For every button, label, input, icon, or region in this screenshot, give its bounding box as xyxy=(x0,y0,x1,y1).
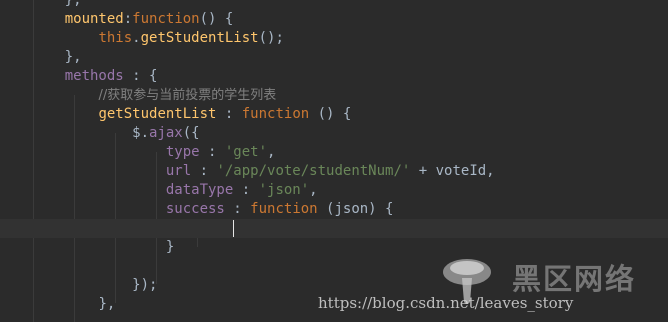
code-token: function xyxy=(241,106,310,122)
code-line[interactable]: mounted:function() { xyxy=(0,10,668,29)
code-token: } xyxy=(165,239,175,255)
code-line[interactable]: }, xyxy=(0,48,668,67)
code-token: : xyxy=(191,163,217,179)
text-caret xyxy=(233,220,234,237)
code-token: : xyxy=(224,201,251,217)
code-line[interactable]: type : 'get', xyxy=(0,143,668,162)
code-token: : xyxy=(216,106,242,122)
code-token: function xyxy=(250,201,318,217)
watermark-site-name: 黑区网络 xyxy=(512,262,637,296)
code-token: (); xyxy=(258,30,284,46)
code-token: , xyxy=(267,144,276,160)
code-token: '/app/vote/studentNum/' xyxy=(216,163,411,179)
code-token: $. xyxy=(132,125,150,141)
code-line[interactable]: url : '/app/vote/studentNum/' + voteId, xyxy=(0,162,668,181)
code-token: 'get' xyxy=(224,144,268,160)
code-token: url xyxy=(165,163,192,179)
code-token: : xyxy=(233,182,259,198)
code-token: }); xyxy=(132,277,158,293)
code-line[interactable]: dataType : 'json', xyxy=(0,181,668,200)
code-line[interactable]: success : function (json) { xyxy=(0,200,668,219)
code-token: ({ xyxy=(182,125,200,141)
code-line[interactable]: $.ajax({ xyxy=(0,124,668,143)
code-token: dataType xyxy=(165,182,234,198)
code-token: + voteId, xyxy=(410,163,495,179)
code-token: }, xyxy=(64,0,82,8)
code-token: this xyxy=(98,30,133,46)
code-token: 'json' xyxy=(258,182,310,198)
code-token: getStudentList xyxy=(140,30,259,46)
code-token: () { xyxy=(199,11,234,27)
code-token: success xyxy=(165,201,225,217)
code-line[interactable]: //获取参与当前投票的学生列表 xyxy=(0,86,668,105)
code-token: mounted xyxy=(64,11,124,27)
code-line[interactable]: this.getStudentList(); xyxy=(0,29,668,48)
code-line[interactable]: getStudentList : function () { xyxy=(0,105,668,124)
code-token: : xyxy=(199,144,225,160)
code-token: getStudentList xyxy=(98,106,217,122)
code-token: methods xyxy=(64,68,124,84)
code-token: : { xyxy=(123,68,158,84)
code-token: . xyxy=(132,30,141,46)
code-token: (json) { xyxy=(317,201,394,217)
code-token: ajax xyxy=(149,125,183,141)
code-token: }, xyxy=(98,296,116,312)
code-token: () { xyxy=(309,106,352,122)
code-token: }, xyxy=(64,49,82,65)
code-line[interactable] xyxy=(0,219,668,238)
code-token: function xyxy=(132,11,200,27)
code-line[interactable]: }, xyxy=(0,0,668,10)
code-line[interactable]: methods : { xyxy=(0,67,668,86)
watermark-url: https://blog.csdn.net/leaves_story xyxy=(318,294,574,312)
code-token: : xyxy=(123,11,133,27)
code-token: type xyxy=(165,144,200,160)
code-token: //获取参与当前投票的学生列表 xyxy=(98,88,277,103)
code-token: , xyxy=(309,182,318,198)
